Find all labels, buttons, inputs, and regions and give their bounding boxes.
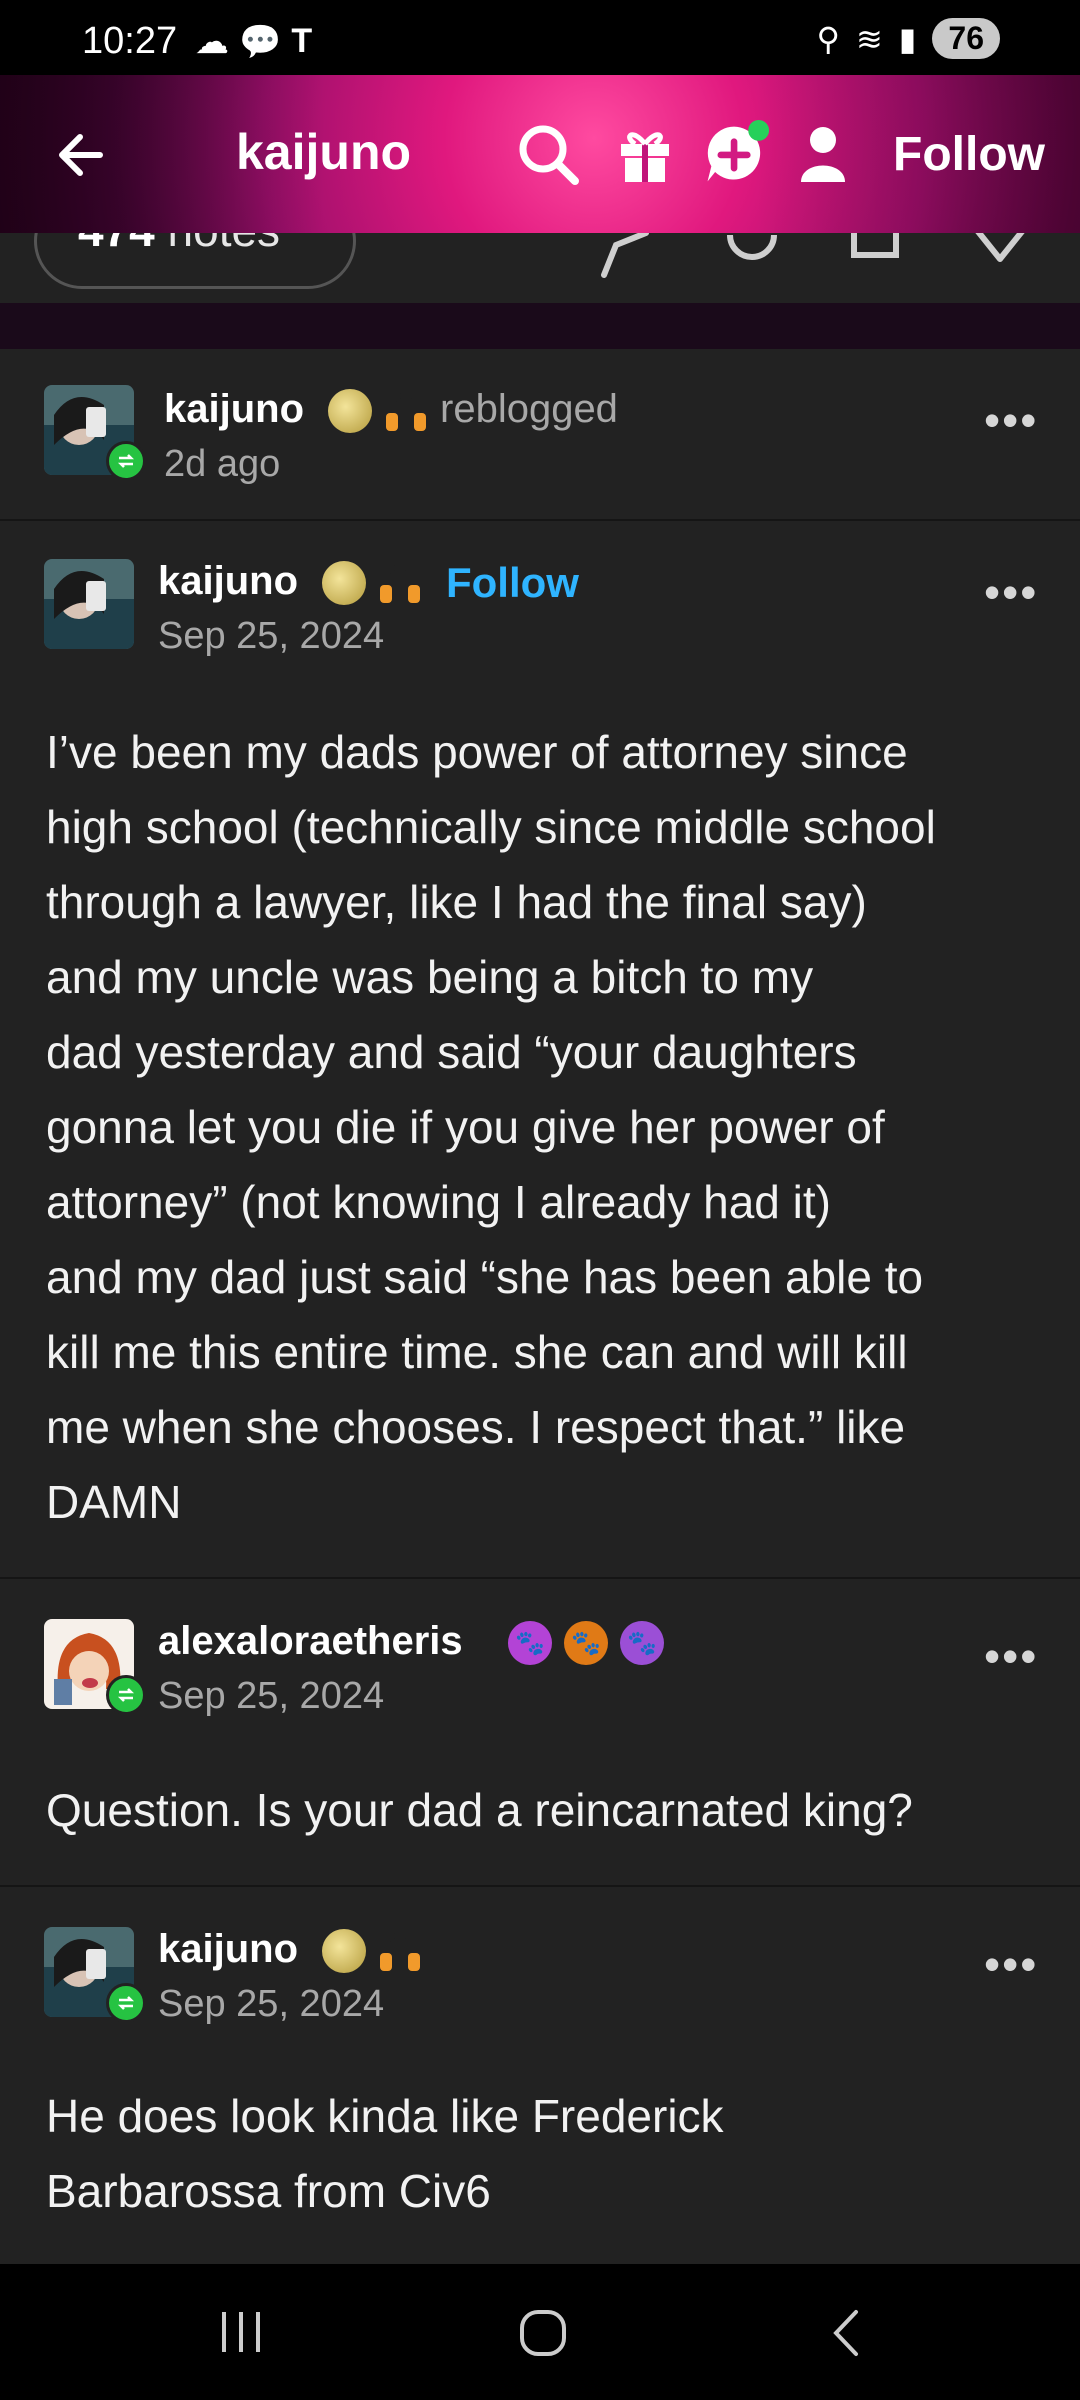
reblog-icon[interactable] (846, 233, 906, 285)
signal-icon: ▮ (898, 20, 917, 57)
post-reply: kaijuno Sep 25, 2024 ••• He does look ki… (0, 1887, 1080, 2264)
moon-icon (322, 1929, 366, 1973)
status-notification-icons: ☁ 💬 T (195, 22, 312, 62)
moon-icon (328, 389, 372, 433)
more-options-icon[interactable]: ••• (984, 393, 1038, 447)
gift-button[interactable] (610, 119, 680, 189)
reblog-badge-icon (106, 441, 146, 481)
back-arrow-icon (59, 134, 103, 176)
carrier-icon: T (291, 22, 313, 60)
reblogged-label: reblogged (440, 387, 618, 431)
blog-title[interactable]: kaijuno (236, 123, 411, 181)
post-username[interactable]: kaijuno (158, 559, 298, 604)
battery-indicator: 76 (932, 18, 1000, 59)
post-date: Sep 25, 2024 (158, 615, 385, 657)
new-message-icon (707, 119, 770, 182)
like-icon[interactable] (970, 233, 1030, 285)
more-options-icon[interactable]: ••• (984, 565, 1038, 619)
headphones-icon (380, 564, 420, 603)
chat-icon: 💬 (239, 23, 282, 61)
post-body: I’ve been my dads power of attorney sinc… (46, 726, 936, 1528)
post-footer-strip: 474 notes (0, 233, 1080, 303)
paw-icon: 🐾 (564, 1621, 608, 1665)
search-icon (519, 125, 579, 185)
notes-count[interactable]: 474 notes (78, 233, 280, 257)
post-date: Sep 25, 2024 (158, 1983, 385, 2025)
post-username[interactable]: kaijuno (158, 1927, 298, 1972)
account-button[interactable] (788, 119, 858, 189)
headphones-icon (380, 1932, 420, 1971)
gift-icon (621, 132, 669, 182)
paw-icon: 🐾 (620, 1621, 664, 1665)
reblog-header: kaijuno reblogged 2d ago ••• (0, 349, 1080, 519)
headphones-icon (386, 392, 426, 431)
reblogger-username[interactable]: kaijuno (164, 387, 304, 432)
reply-icon[interactable] (722, 233, 782, 285)
reblog-badge-icon (106, 1983, 146, 2023)
system-nav-bar (0, 2264, 1080, 2400)
account-icon (801, 127, 845, 182)
status-system-icons: ⚲ ≋ ▮ 76 (817, 18, 1000, 59)
status-bar: 10:27 ☁ 💬 T ⚲ ≋ ▮ 76 (0, 0, 1080, 75)
back-button[interactable] (50, 120, 120, 190)
moon-icon (322, 561, 366, 605)
wifi-icon: ≋ (855, 20, 883, 57)
paw-icon: 🐾 (508, 1621, 552, 1665)
avatar[interactable] (44, 559, 134, 649)
post-date: Sep 25, 2024 (158, 1675, 385, 1717)
search-button[interactable] (513, 119, 583, 189)
status-time: 10:27 (82, 20, 178, 62)
post-body: Question. Is your dad a reincarnated kin… (46, 1784, 913, 1836)
section-separator (0, 303, 1080, 349)
share-icon[interactable] (596, 233, 656, 285)
back-nav-icon[interactable] (826, 2308, 866, 2358)
post-body: He does look kinda like Frederick Barbar… (46, 2090, 724, 2217)
post-reply: alexaloraetheris 🐾 🐾 🐾 Sep 25, 2024 ••• … (0, 1579, 1080, 1885)
header-follow-button[interactable]: Follow (893, 127, 1045, 182)
home-icon[interactable] (518, 2308, 568, 2358)
more-options-icon[interactable]: ••• (984, 1629, 1038, 1683)
reblog-badge-icon (106, 1675, 146, 1715)
reblog-time: 2d ago (164, 443, 281, 485)
weather-icon: ☁ (195, 23, 229, 61)
post-original: kaijuno Follow Sep 25, 2024 ••• I’ve bee… (0, 521, 1080, 1577)
recent-apps-icon[interactable] (218, 2310, 264, 2354)
blog-header: kaijuno Follow (0, 75, 1080, 233)
post-username[interactable]: alexaloraetheris (158, 1619, 463, 1664)
post-follow-link[interactable]: Follow (446, 559, 579, 607)
more-options-icon[interactable]: ••• (984, 1937, 1038, 1991)
location-icon: ⚲ (816, 20, 840, 57)
new-message-button[interactable] (700, 119, 770, 189)
